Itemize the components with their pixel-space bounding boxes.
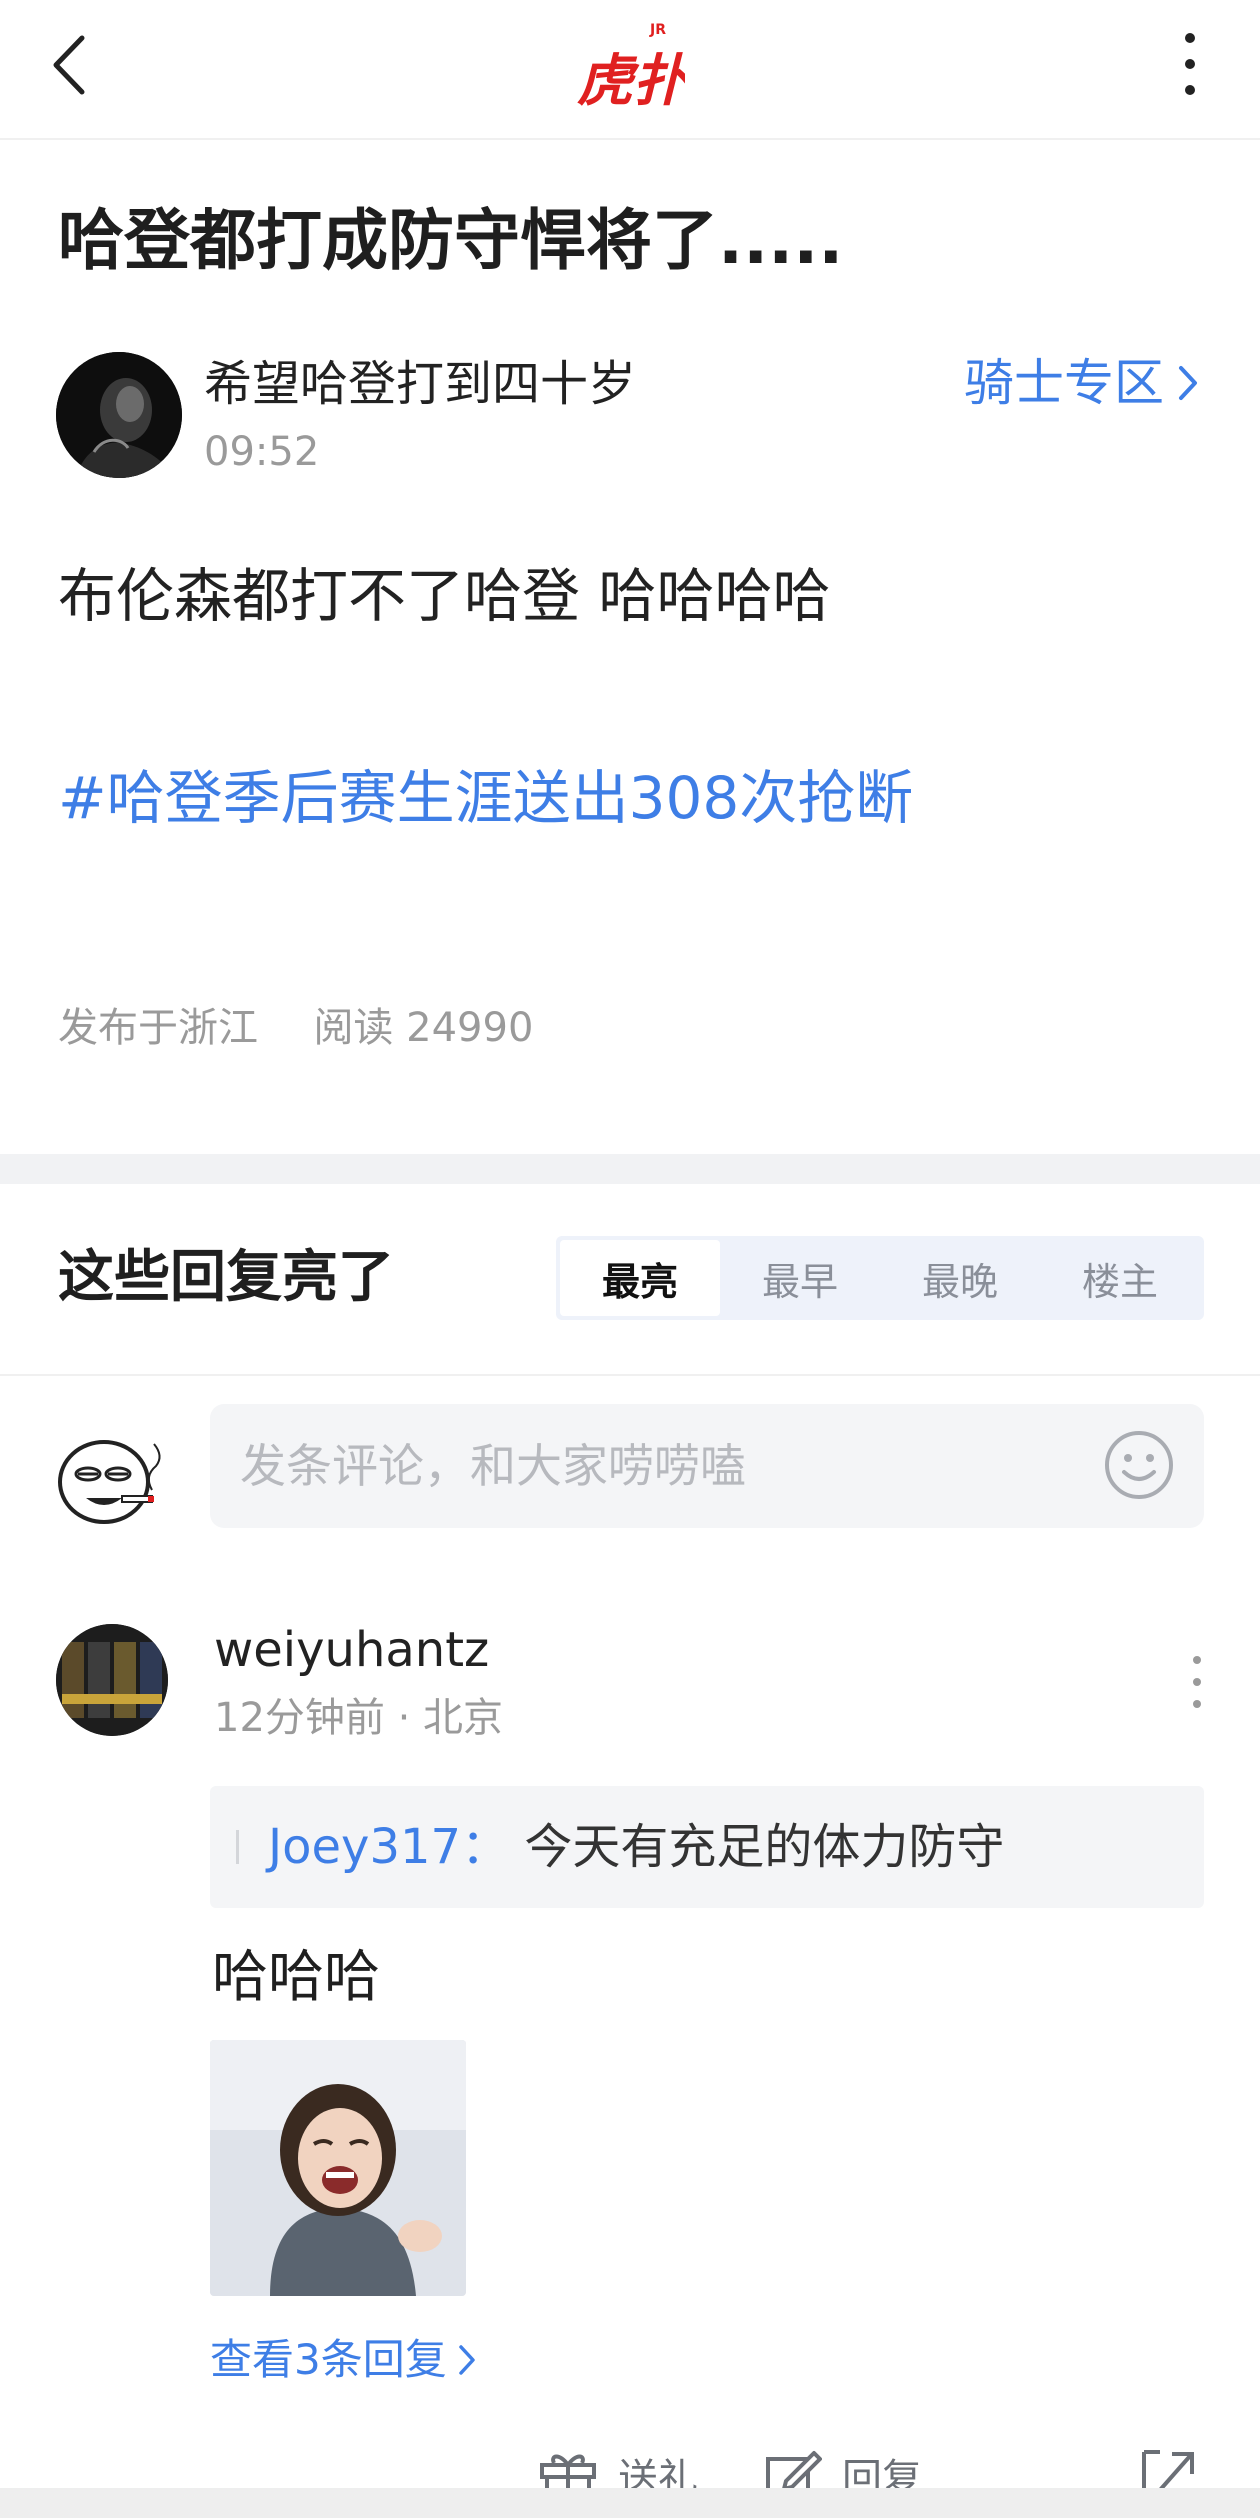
back-button[interactable] bbox=[44, 30, 104, 100]
sort-tabs: 最亮 最早 最晚 楼主 bbox=[556, 1236, 1204, 1320]
read-count: 阅读 24990 bbox=[313, 1005, 534, 1051]
svg-text:虎扑: 虎扑 bbox=[577, 49, 685, 112]
view-more-label: 查看3条回复 bbox=[210, 2335, 447, 2384]
quote-content: 今天有充足的体力防守 bbox=[524, 1819, 1005, 1875]
post-body: 布伦森都打不了哈登 哈哈哈哈 bbox=[58, 562, 831, 630]
quote-bar bbox=[236, 1830, 239, 1864]
zone-label: 骑士专区 bbox=[964, 354, 1164, 412]
divider bbox=[0, 1374, 1260, 1376]
chevron-left-icon bbox=[53, 35, 85, 95]
svg-text:JR: JR bbox=[649, 22, 666, 38]
reply-user-avatar[interactable] bbox=[56, 1624, 168, 1736]
tab-op-only[interactable]: 楼主 bbox=[1040, 1240, 1200, 1316]
post-hashtag[interactable]: #哈登季后赛生涯送出308次抢断 bbox=[58, 758, 913, 838]
tab-latest[interactable]: 最晚 bbox=[880, 1240, 1040, 1316]
quoted-reply[interactable]: Joey317： 今天有充足的体力防守 bbox=[210, 1786, 1204, 1908]
vertical-dots-icon bbox=[1185, 33, 1195, 95]
author-name[interactable]: 希望哈登打到四十岁 bbox=[204, 352, 636, 416]
chevron-right-icon bbox=[458, 2345, 475, 2375]
tab-brightest[interactable]: 最亮 bbox=[560, 1240, 720, 1316]
quote-author[interactable]: Joey317： bbox=[268, 1819, 509, 1875]
quote-line: Joey317： 今天有充足的体力防守 bbox=[268, 1816, 1004, 1878]
post-location: 发布于浙江 bbox=[58, 1005, 258, 1051]
comment-placeholder: 发条评论，和大家唠唠嗑 bbox=[240, 1439, 746, 1493]
post-title: 哈登都打成防守悍将了..... bbox=[58, 202, 844, 279]
vertical-dots-icon bbox=[1193, 1656, 1201, 1708]
post-meta: 发布于浙江 阅读 24990 bbox=[58, 996, 533, 1060]
my-avatar[interactable] bbox=[52, 1420, 172, 1540]
more-options-button[interactable] bbox=[1160, 28, 1220, 100]
view-more-replies-link[interactable]: 查看3条回复 bbox=[210, 2330, 477, 2390]
cartoon-face-avatar-icon bbox=[58, 1440, 161, 1524]
reply-more-button[interactable] bbox=[1180, 1650, 1214, 1714]
smiley-icon bbox=[1105, 1431, 1173, 1499]
post-time: 09:52 bbox=[204, 429, 320, 475]
tab-earliest[interactable]: 最早 bbox=[720, 1240, 880, 1316]
reply-text: 哈哈哈 bbox=[212, 1945, 380, 2010]
reply-username[interactable]: weiyuhantz bbox=[214, 1618, 489, 1682]
chevron-right-icon bbox=[1179, 366, 1197, 400]
replies-heading: 这些回复亮了 bbox=[58, 1245, 394, 1310]
zone-link[interactable]: 骑士专区 bbox=[964, 350, 1200, 416]
comment-input[interactable]: 发条评论，和大家唠唠嗑 bbox=[210, 1404, 1204, 1528]
section-divider bbox=[0, 1154, 1260, 1184]
hupu-logo[interactable]: JR 虎扑 bbox=[575, 12, 693, 114]
author-avatar[interactable] bbox=[56, 352, 182, 478]
emoji-button[interactable] bbox=[1102, 1428, 1176, 1502]
bottom-edge bbox=[0, 2488, 1260, 2518]
reply-time: 12分钟前 · 北京 bbox=[214, 1695, 504, 1741]
reply-image[interactable] bbox=[210, 2040, 466, 2296]
top-nav-bar: JR 虎扑 bbox=[0, 0, 1260, 140]
